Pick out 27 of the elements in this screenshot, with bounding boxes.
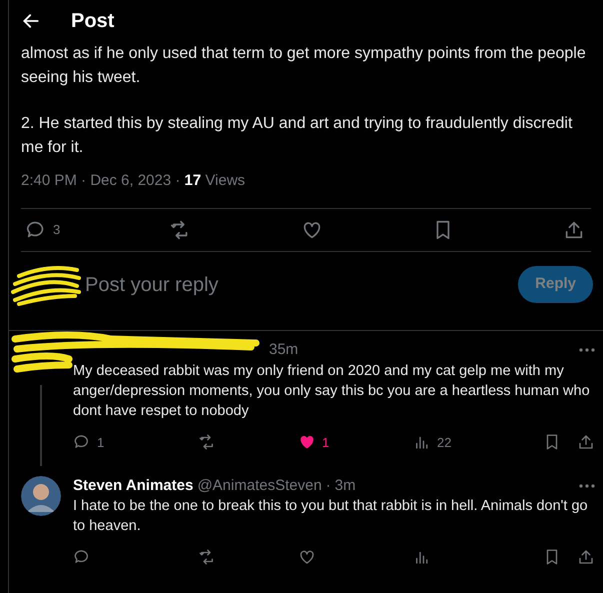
view-count: 22 xyxy=(437,434,452,452)
separator: · xyxy=(326,476,331,496)
view-count: 17 xyxy=(184,172,202,189)
author-name: Steven Animates xyxy=(73,476,194,496)
share-icon[interactable] xyxy=(577,433,595,452)
post-time: 35m xyxy=(269,340,298,360)
reply-count: 3 xyxy=(53,220,60,239)
avatar[interactable] xyxy=(21,476,61,516)
reply-text: I hate to be the one to break this to you but that rabbit is in hell. Animals don't go to heaven. xyxy=(73,497,589,536)
share-icon[interactable] xyxy=(577,548,595,566)
page-title: Post xyxy=(71,9,114,33)
repost-icon[interactable] xyxy=(198,433,216,452)
reply-text: My deceased rabbit was my only friend on 2020 and my cat gelp me with my anger/depression moments, you only say this bc you are a heartless human who dont have respet to nobody xyxy=(73,362,591,420)
back-arrow-icon[interactable] xyxy=(21,11,41,31)
reply-input[interactable]: Post your reply xyxy=(85,270,518,300)
author-handle: @AnimatesSteven xyxy=(197,476,322,496)
reply-icon[interactable] xyxy=(73,548,91,566)
views-label: Views xyxy=(205,172,246,189)
post-timestamp: 2:40 PM · Dec 6, 2023 · xyxy=(21,172,182,189)
reply-count: 1 xyxy=(97,434,104,452)
like-icon[interactable] xyxy=(298,433,316,452)
like-count: 1 xyxy=(322,434,330,452)
repost-icon[interactable] xyxy=(198,548,216,566)
post-time: 3m xyxy=(334,476,356,496)
post-text: almost as if he only used that term to get more sympathy points from the people seeing his tweet. xyxy=(21,44,587,88)
post-text: 2. He started this by stealing my AU and art and trying to fraudulently discredit me for it. xyxy=(21,114,574,158)
like-icon[interactable] xyxy=(298,548,316,566)
